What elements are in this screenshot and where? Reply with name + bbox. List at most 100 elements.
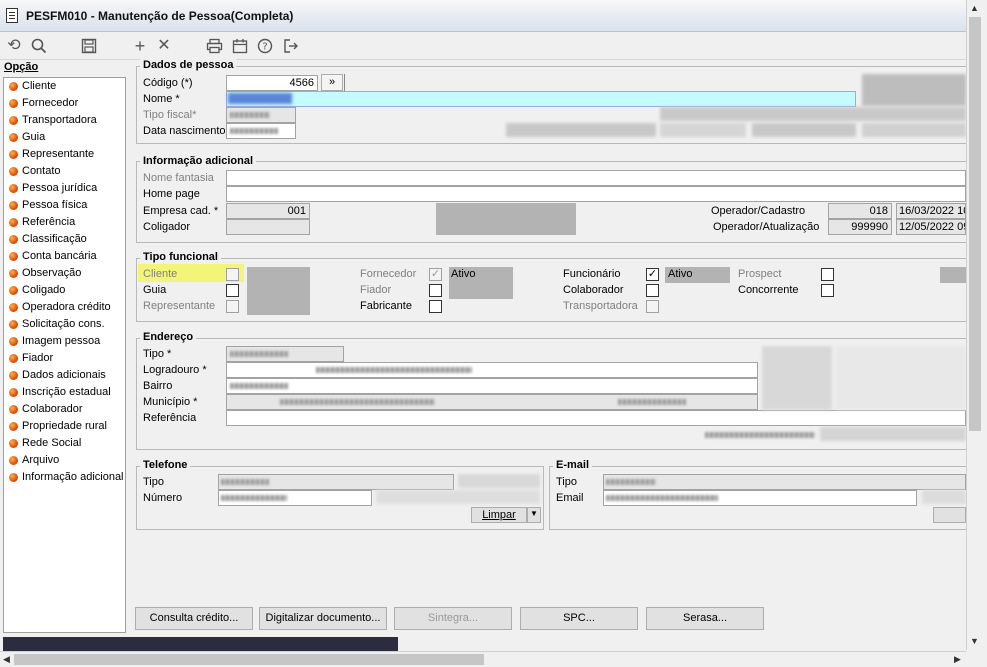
codigo-lookup-button[interactable]: » bbox=[321, 74, 343, 91]
referencia-field[interactable] bbox=[226, 410, 966, 426]
representante-checkbox[interactable] bbox=[226, 300, 239, 313]
nome-fantasia-field[interactable] bbox=[226, 170, 966, 186]
limpar-dropdown-icon[interactable]: ▼ bbox=[527, 507, 541, 523]
sidebar-item[interactable]: Coligado bbox=[4, 282, 125, 299]
search-icon[interactable] bbox=[28, 35, 50, 57]
sidebar-item[interactable]: Fiador bbox=[4, 350, 125, 367]
sidebar-item[interactable]: Classificação bbox=[4, 231, 125, 248]
codigo-field[interactable]: 4566 bbox=[226, 75, 318, 91]
transportadora-checkbox[interactable] bbox=[646, 300, 659, 313]
fiador-checkbox[interactable] bbox=[429, 284, 442, 297]
photo-redacted bbox=[862, 74, 966, 106]
horizontal-scroll-thumb[interactable] bbox=[14, 654, 484, 665]
cliente-status-block bbox=[247, 267, 310, 315]
spc-button[interactable]: SPC... bbox=[520, 607, 638, 630]
sidebar-item[interactable]: Imagem pessoa bbox=[4, 333, 125, 350]
digitalizar-documento-button[interactable]: Digitalizar documento... bbox=[259, 607, 387, 630]
title-bar: PESFM010 - Manutenção de Pessoa(Completa… bbox=[0, 0, 966, 32]
sidebar-item[interactable]: Transportadora bbox=[4, 112, 125, 129]
bullet-icon bbox=[9, 235, 18, 244]
bullet-icon bbox=[9, 150, 18, 159]
email-tipo-field[interactable] bbox=[603, 474, 966, 490]
bullet-icon bbox=[9, 405, 18, 414]
scroll-down-icon[interactable]: ▼ bbox=[970, 636, 979, 646]
sidebar-item[interactable]: Fornecedor bbox=[4, 95, 125, 112]
bullet-icon bbox=[9, 439, 18, 448]
toolbar: ⟲ + ✕ ? bbox=[0, 32, 966, 60]
sidebar-item-label: Pessoa física bbox=[22, 199, 88, 211]
sidebar-item[interactable]: Operadora crédito bbox=[4, 299, 125, 316]
bullet-icon bbox=[9, 456, 18, 465]
sintegra-button[interactable]: Sintegra... bbox=[394, 607, 512, 630]
home-page-field[interactable] bbox=[226, 186, 966, 202]
serasa-button[interactable]: Serasa... bbox=[646, 607, 764, 630]
sidebar-item[interactable]: Referência bbox=[4, 214, 125, 231]
guia-checkbox[interactable] bbox=[226, 284, 239, 297]
coligador-field[interactable] bbox=[226, 219, 310, 235]
sidebar-item[interactable]: Propriedade rural bbox=[4, 418, 125, 435]
sidebar-item[interactable]: Colaborador bbox=[4, 401, 125, 418]
fabricante-checkbox[interactable] bbox=[429, 300, 442, 313]
endereco-tipo-label: Tipo * bbox=[143, 348, 172, 360]
sidebar-item[interactable]: Rede Social bbox=[4, 435, 125, 452]
sidebar-item-label: Solicitação cons. bbox=[22, 318, 105, 330]
email-action-button[interactable] bbox=[933, 507, 966, 523]
sidebar-item[interactable]: Contato bbox=[4, 163, 125, 180]
calendar-icon[interactable] bbox=[229, 35, 251, 57]
sidebar-item-label: Conta bancária bbox=[22, 250, 97, 262]
sidebar-item[interactable]: Observação bbox=[4, 265, 125, 282]
close-icon[interactable]: ✕ bbox=[153, 35, 175, 57]
colaborador-checkbox[interactable] bbox=[646, 284, 659, 297]
logradouro-field[interactable] bbox=[226, 362, 758, 378]
nome-field[interactable] bbox=[226, 91, 856, 107]
sidebar-item[interactable]: Representante bbox=[4, 146, 125, 163]
representante-label: Representante bbox=[143, 300, 216, 312]
scroll-left-icon[interactable]: ◀ bbox=[3, 654, 10, 665]
sidebar-item[interactable]: Pessoa jurídica bbox=[4, 180, 125, 197]
scroll-up-icon[interactable]: ▲ bbox=[970, 3, 979, 13]
undo-icon[interactable]: ⟲ bbox=[3, 35, 25, 57]
print-icon[interactable] bbox=[203, 35, 225, 57]
prospect-label: Prospect bbox=[738, 268, 782, 280]
save-icon[interactable] bbox=[78, 35, 100, 57]
scroll-right-icon[interactable]: ▶ bbox=[954, 654, 961, 665]
exit-icon[interactable] bbox=[280, 35, 302, 57]
window-title: PESFM010 - Manutenção de Pessoa(Completa… bbox=[26, 9, 294, 23]
dados-pessoa-title: Dados de pessoa bbox=[140, 59, 237, 71]
sidebar-item[interactable]: Informação adicional bbox=[4, 469, 125, 486]
vertical-scrollbar[interactable]: ▲ ▼ bbox=[966, 0, 983, 650]
prospect-checkbox[interactable] bbox=[821, 268, 834, 281]
sidebar-item[interactable]: Solicitação cons. bbox=[4, 316, 125, 333]
sidebar-item[interactable]: Guia bbox=[4, 129, 125, 146]
horizontal-scrollbar[interactable]: ◀ ▶ bbox=[0, 651, 966, 667]
fornecedor-status: Ativo bbox=[451, 268, 476, 280]
operador-cadastro-code: 018 bbox=[828, 203, 892, 219]
concorrente-checkbox[interactable] bbox=[821, 284, 834, 297]
help-icon[interactable]: ? bbox=[254, 35, 276, 57]
vertical-scroll-thumb[interactable] bbox=[969, 17, 981, 431]
bullet-icon bbox=[9, 252, 18, 261]
sidebar-item[interactable]: Arquivo bbox=[4, 452, 125, 469]
sidebar-item[interactable]: Dados adicionais bbox=[4, 367, 125, 384]
funcionario-checkbox[interactable]: ✓ bbox=[646, 268, 659, 281]
sidebar-item[interactable]: Cliente bbox=[4, 78, 125, 95]
bullet-icon bbox=[9, 354, 18, 363]
limpar-button[interactable]: Limpar bbox=[471, 507, 527, 523]
fornecedor-checkbox[interactable]: ✓ bbox=[429, 268, 442, 281]
bullet-icon bbox=[9, 99, 18, 108]
add-icon[interactable]: + bbox=[129, 35, 151, 57]
empresa-cad-field[interactable]: 001 bbox=[226, 203, 310, 219]
sidebar-item-label: Fornecedor bbox=[22, 97, 79, 109]
sidebar-item[interactable]: Pessoa física bbox=[4, 197, 125, 214]
coligador-label: Coligador bbox=[143, 221, 191, 233]
cliente-checkbox[interactable] bbox=[226, 268, 239, 281]
sidebar-item[interactable]: Inscrição estadual bbox=[4, 384, 125, 401]
sidebar-item-label: Classificação bbox=[22, 233, 87, 245]
sidebar-item-label: Cliente bbox=[22, 80, 57, 92]
fiador-label: Fiador bbox=[360, 284, 392, 296]
bairro-field[interactable] bbox=[226, 378, 758, 394]
consulta-credito-button[interactable]: Consulta crédito... bbox=[135, 607, 253, 630]
bullet-icon bbox=[9, 320, 18, 329]
sidebar-item-label: Guia bbox=[22, 131, 46, 143]
sidebar-item[interactable]: Conta bancária bbox=[4, 248, 125, 265]
